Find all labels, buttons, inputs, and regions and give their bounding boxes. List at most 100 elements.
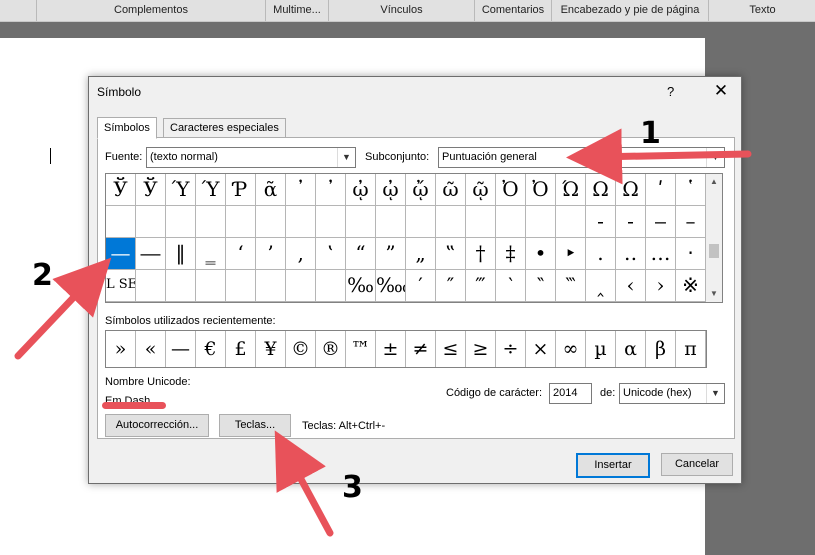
chevron-down-icon[interactable]: ▼ <box>706 384 724 403</box>
font-select[interactable]: (texto normal) ▼ <box>146 147 356 168</box>
symbol-cell[interactable]: ‶ <box>526 270 556 302</box>
symbol-cell[interactable]: ᾠ <box>346 174 376 206</box>
symbol-cell[interactable]: Ύ <box>196 174 226 206</box>
symbol-cell[interactable]: ‒ <box>646 206 676 238</box>
symbol-cell[interactable]: ῷ <box>466 174 496 206</box>
symbol-cell[interactable] <box>526 206 556 238</box>
symbol-cell[interactable] <box>196 206 226 238</box>
recent-symbol-cell[interactable]: — <box>166 331 196 367</box>
symbol-cell[interactable]: ‣ <box>556 238 586 270</box>
symbol-cell[interactable] <box>136 270 166 302</box>
recent-symbol-cell[interactable]: ± <box>376 331 406 367</box>
ribbon-group-complementos[interactable]: Complementos <box>36 0 265 21</box>
char-code-input[interactable]: 2014 <box>549 383 592 404</box>
symbol-cell[interactable]: ‹ <box>616 270 646 302</box>
symbol-cell[interactable]: Ƥ <box>226 174 256 206</box>
symbol-cell[interactable]: ‵ <box>496 270 526 302</box>
symbol-cell[interactable]: ‟ <box>436 238 466 270</box>
recent-symbol-cell[interactable]: ∞ <box>556 331 586 367</box>
symbol-cell[interactable] <box>286 206 316 238</box>
recent-symbol-cell[interactable]: ≤ <box>436 331 466 367</box>
symbol-cell[interactable] <box>316 206 346 238</box>
symbol-cell[interactable]: • <box>526 238 556 270</box>
symbol-cell[interactable]: ʹ <box>646 174 676 206</box>
symbol-cell[interactable]: Ύ <box>166 174 196 206</box>
insert-button[interactable]: Insertar <box>576 453 650 478</box>
symbol-cell[interactable] <box>226 270 256 302</box>
close-icon[interactable]: ✕ <box>709 80 733 102</box>
tab-caracteres-especiales[interactable]: Caracteres especiales <box>163 118 286 138</box>
symbol-cell[interactable]: ’ <box>256 238 286 270</box>
recent-symbol-cell[interactable]: ¥ <box>256 331 286 367</box>
recent-symbol-cell[interactable]: π <box>676 331 706 367</box>
symbol-cell[interactable] <box>346 206 376 238</box>
chevron-down-icon[interactable]: ▼ <box>337 148 355 167</box>
symbol-cell[interactable] <box>256 270 286 302</box>
recent-symbol-cell[interactable]: ÷ <box>496 331 526 367</box>
symbol-cell[interactable]: ” <box>376 238 406 270</box>
ribbon-group-multimedia[interactable]: Multime... <box>265 0 328 21</box>
symbol-cell[interactable] <box>286 270 316 302</box>
symbol-cell[interactable]: ‗ <box>196 238 226 270</box>
symbol-cell[interactable]: ᾿ <box>286 174 316 206</box>
ribbon-group-encabezado[interactable]: Encabezado y pie de página <box>551 0 708 21</box>
symbol-cell[interactable]: ″ <box>436 270 466 302</box>
symbol-cell[interactable]: ῾ <box>676 174 706 206</box>
symbol-cell[interactable]: ᾠ <box>376 174 406 206</box>
symbol-cell[interactable] <box>376 206 406 238</box>
recent-symbol-cell[interactable]: β <box>646 331 676 367</box>
symbol-cell[interactable]: ᾶ <box>256 174 286 206</box>
keys-button[interactable]: Teclas... <box>219 414 291 437</box>
symbol-cell[interactable]: ‥ <box>616 238 646 270</box>
symbol-cell[interactable]: ‡ <box>496 238 526 270</box>
symbol-cell[interactable]: ‐ <box>586 206 616 238</box>
symbol-cell[interactable]: † <box>466 238 496 270</box>
symbol-cell[interactable]: ‚ <box>286 238 316 270</box>
symbol-cell[interactable]: ᾤ <box>406 174 436 206</box>
symbol-cell[interactable] <box>406 206 436 238</box>
recent-symbol-cell[interactable]: × <box>526 331 556 367</box>
recent-symbol-cell[interactable]: ≥ <box>466 331 496 367</box>
symbol-cell[interactable]: – <box>676 206 706 238</box>
tab-simbolos[interactable]: Símbolos <box>97 117 157 139</box>
symbol-cell[interactable]: ‰ <box>346 270 376 302</box>
symbol-cell[interactable]: ‖ <box>166 238 196 270</box>
chevron-down-icon[interactable]: ▼ <box>706 148 724 167</box>
ribbon-group-vinculos[interactable]: Vínculos <box>328 0 474 21</box>
symbol-cell[interactable] <box>436 206 466 238</box>
symbol-cell[interactable] <box>226 206 256 238</box>
recent-symbol-cell[interactable]: © <box>286 331 316 367</box>
symbol-cell[interactable]: Ω <box>586 174 616 206</box>
autocorrect-button[interactable]: Autocorrección... <box>105 414 209 437</box>
ribbon-group-texto[interactable]: Texto <box>708 0 815 21</box>
symbol-cell[interactable]: ― <box>136 238 166 270</box>
symbol-cell[interactable] <box>166 206 196 238</box>
symbol-cell[interactable]: ᾽ <box>316 174 346 206</box>
symbol-cell[interactable] <box>166 270 196 302</box>
recent-symbol-cell[interactable]: ≠ <box>406 331 436 367</box>
recent-symbol-cell[interactable]: µ <box>586 331 616 367</box>
recent-symbol-cell[interactable]: ® <box>316 331 346 367</box>
scroll-down-icon[interactable]: ▼ <box>706 286 722 302</box>
symbol-cell[interactable] <box>316 270 346 302</box>
ribbon-group-comentarios[interactable]: Comentarios <box>474 0 551 21</box>
symbol-cell[interactable]: ‷ <box>556 270 586 302</box>
recent-symbol-cell[interactable]: « <box>136 331 166 367</box>
symbol-cell[interactable] <box>466 206 496 238</box>
symbol-cell[interactable]: Ў <box>136 174 166 206</box>
symbol-cell[interactable]: ‴ <box>466 270 496 302</box>
symbol-cell[interactable]: ‛ <box>316 238 346 270</box>
scroll-up-icon[interactable]: ▲ <box>706 174 722 190</box>
recent-symbol-cell[interactable]: € <box>196 331 226 367</box>
symbol-cell[interactable]: … <box>646 238 676 270</box>
symbol-cell[interactable]: ․ <box>586 238 616 270</box>
symbol-cell[interactable]: ‑ <box>616 206 646 238</box>
symbol-cell[interactable] <box>256 206 286 238</box>
help-icon[interactable]: ? <box>667 84 674 99</box>
grid-scrollbar[interactable]: ▲ ▼ <box>706 173 723 303</box>
symbol-cell[interactable]: ※ <box>676 270 706 302</box>
symbol-cell[interactable]: „ <box>406 238 436 270</box>
symbol-cell[interactable]: “ <box>346 238 376 270</box>
symbol-cell[interactable]: Ω <box>616 174 646 206</box>
recent-symbol-cell[interactable]: » <box>106 331 136 367</box>
